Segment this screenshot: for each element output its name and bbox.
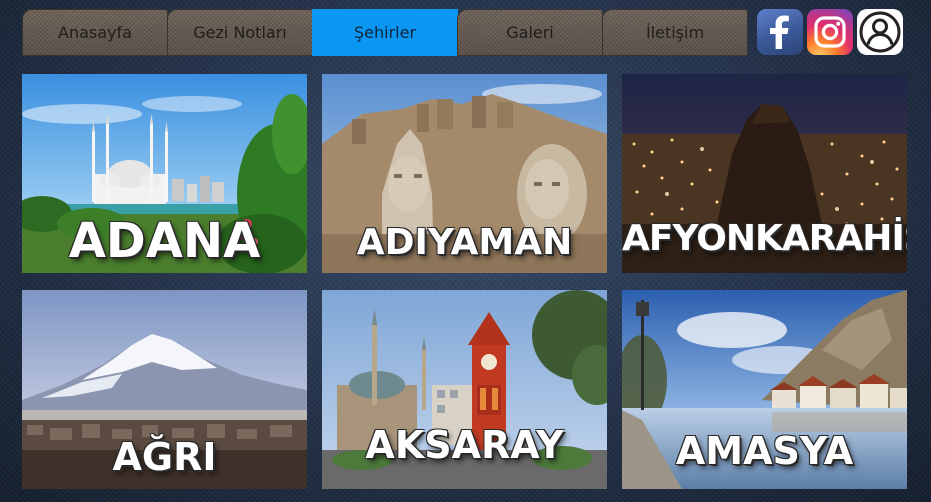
- city-card-agri[interactable]: AĞRI: [22, 290, 307, 489]
- city-card-adana[interactable]: ADANA: [22, 74, 307, 273]
- facebook-icon[interactable]: [757, 9, 803, 55]
- instagram-icon[interactable]: [807, 9, 853, 55]
- city-card-amasya[interactable]: AMASYA: [622, 290, 907, 489]
- tab-anasayfa[interactable]: Anasayfa: [22, 9, 168, 56]
- tab-galeri[interactable]: Galeri: [457, 9, 603, 56]
- city-name-label: AĞRI: [112, 435, 217, 479]
- city-name-label: ADANA: [68, 213, 261, 269]
- city-name-label: AMASYA: [675, 429, 854, 473]
- tab-iletisim[interactable]: İletişim: [602, 9, 748, 56]
- city-card-adiyaman[interactable]: ADIYAMAN: [322, 74, 607, 273]
- social-links: [757, 9, 907, 55]
- city-card-afyonkarahisar[interactable]: AFYONKARAHİSAR: [622, 74, 907, 273]
- tab-gezi-notlari[interactable]: Gezi Notları: [167, 9, 313, 56]
- city-name-label: AKSARAY: [365, 423, 564, 467]
- city-card-aksaray[interactable]: AKSARAY: [322, 290, 607, 489]
- city-name-label: AFYONKARAHİSAR: [622, 218, 907, 259]
- user-account-icon[interactable]: [857, 9, 903, 55]
- tab-sehirler[interactable]: Şehirler: [312, 9, 458, 56]
- main-navigation: Anasayfa Gezi Notları Şehirler Galeri İl…: [22, 9, 748, 56]
- city-name-label: ADIYAMAN: [356, 222, 573, 263]
